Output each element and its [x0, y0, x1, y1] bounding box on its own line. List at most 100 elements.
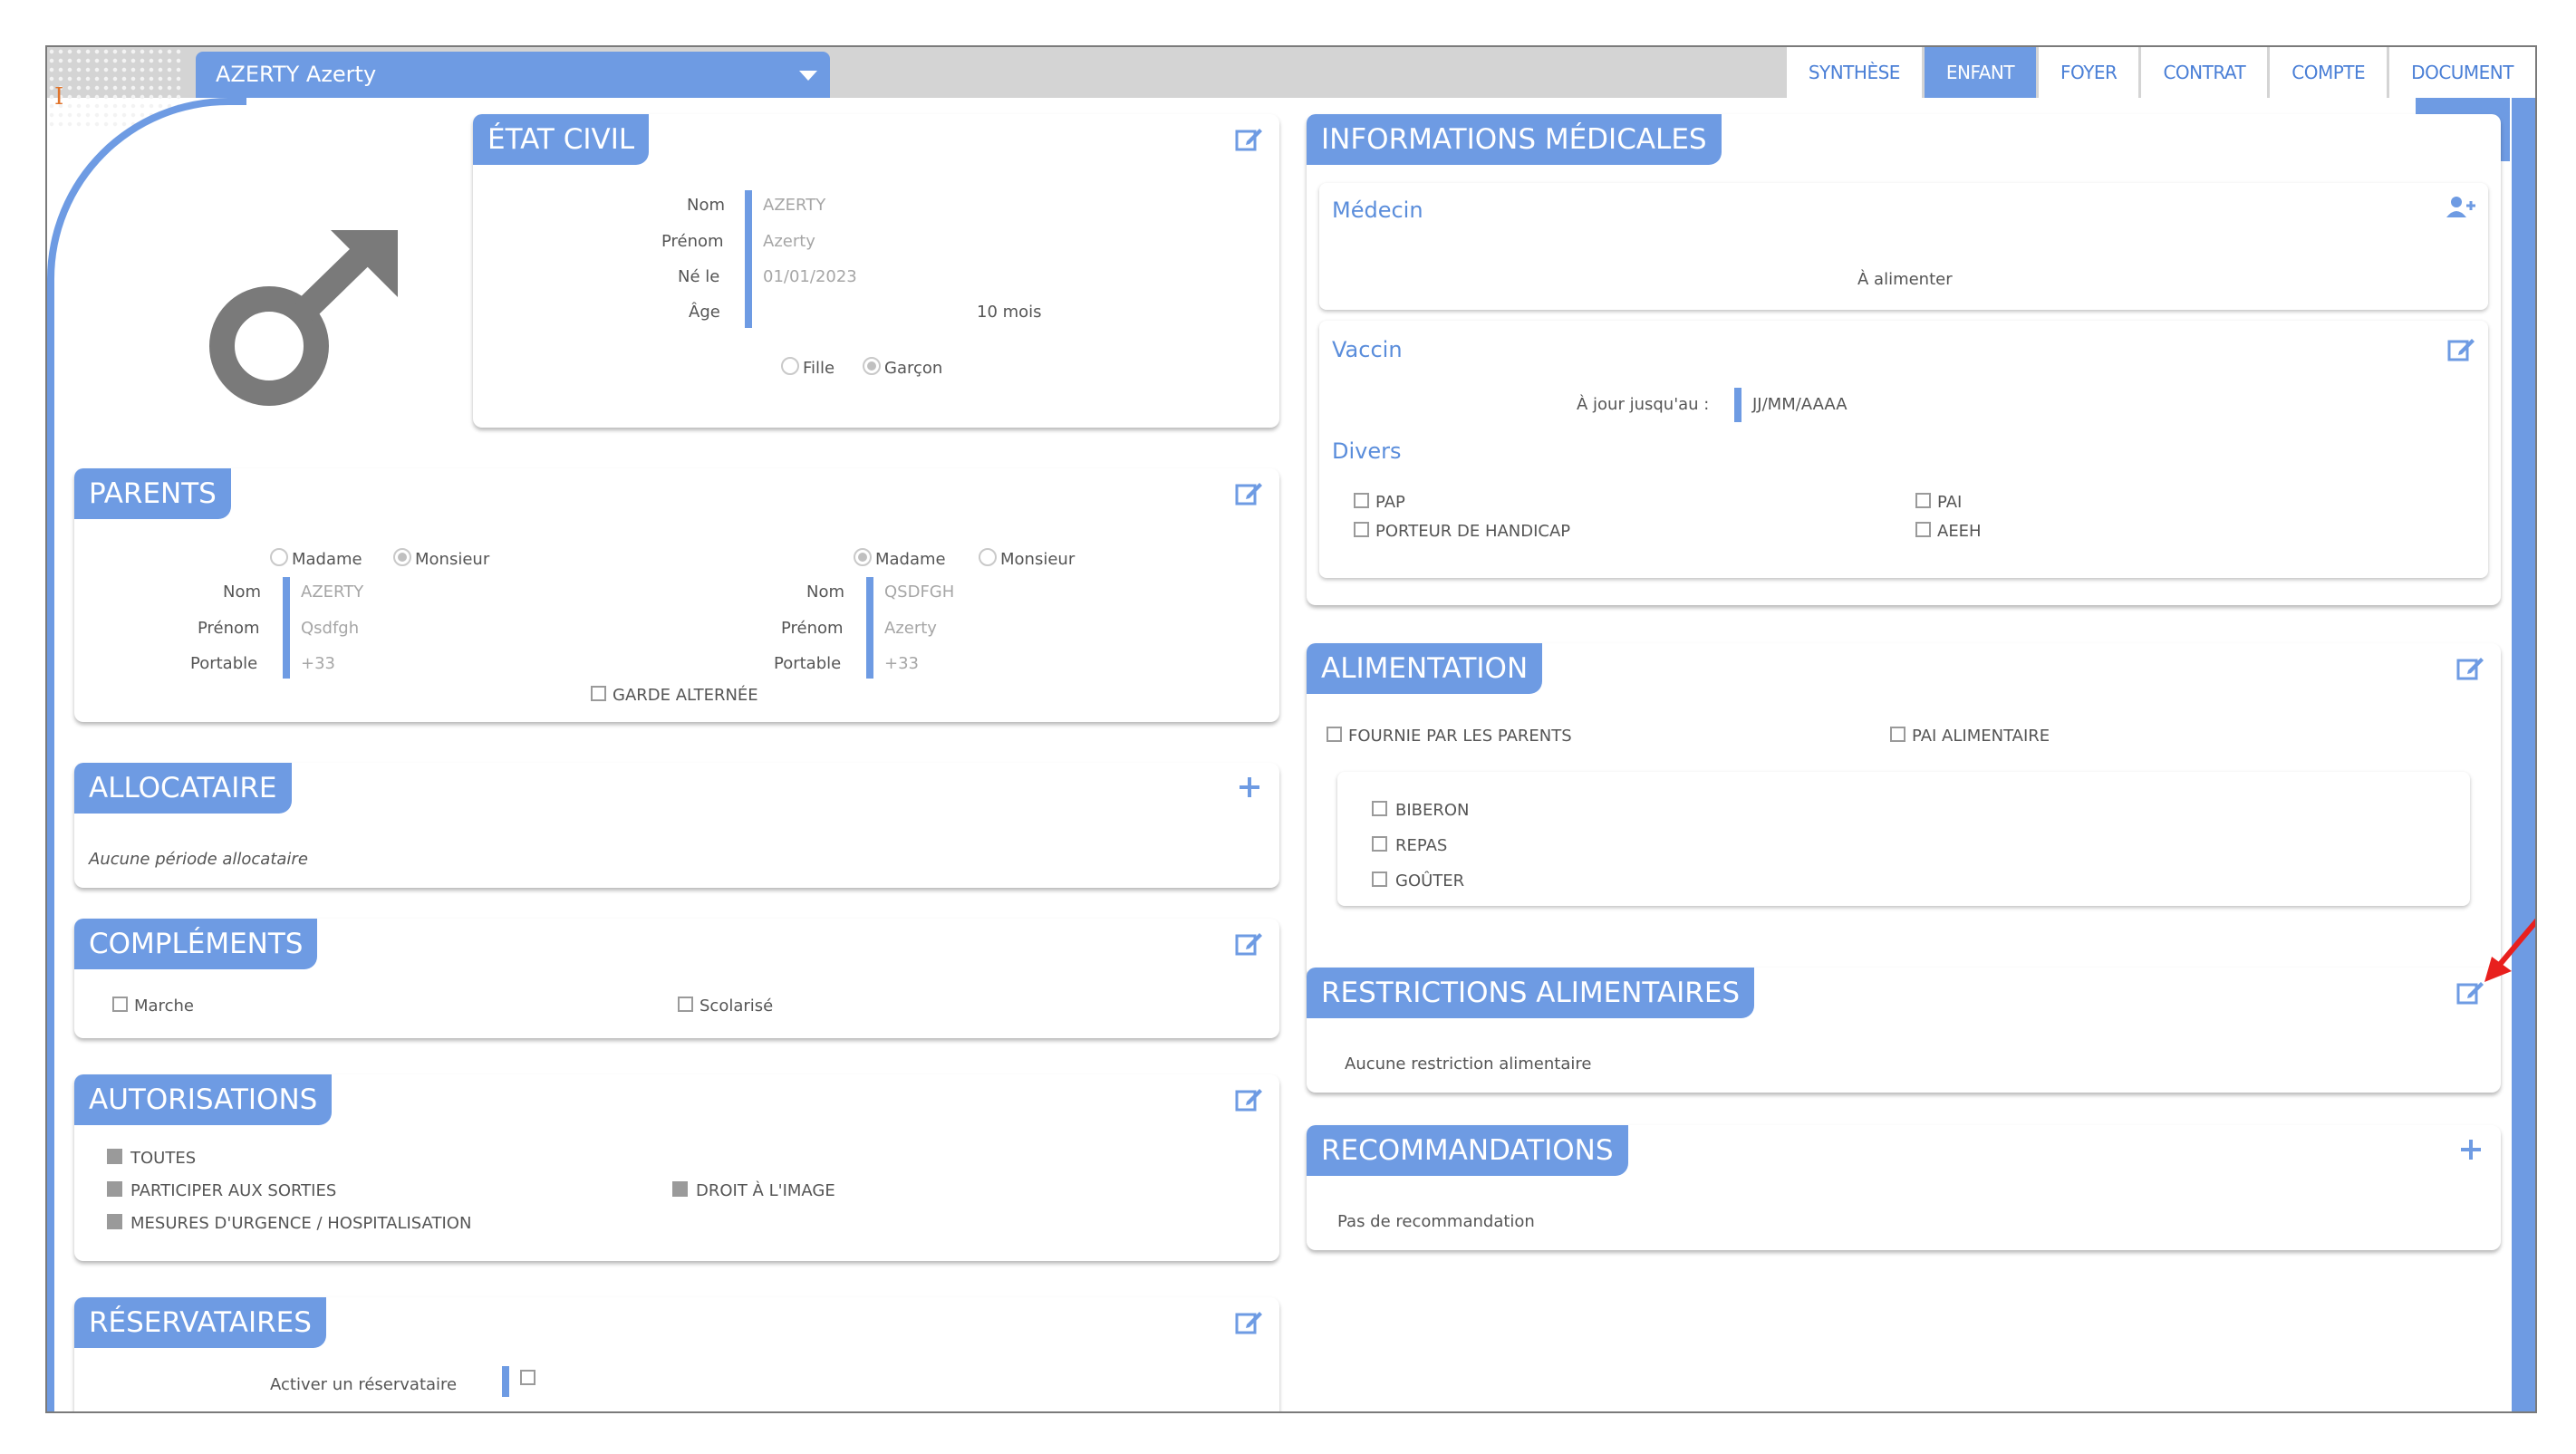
medecin-empty: À alimenter	[1857, 270, 1953, 289]
field-bar	[745, 190, 752, 328]
etat-civil-title: ÉTAT CIVIL	[473, 114, 650, 165]
tab-document[interactable]: DOCUMENT	[2387, 47, 2535, 98]
parent2-portable-field[interactable]: +33	[884, 654, 919, 673]
pai-alimentaire-checkbox[interactable]	[1890, 727, 1905, 742]
parent1-monsieur-label: Monsieur	[415, 550, 490, 569]
recommandations-title: RECOMMANDATIONS	[1307, 1125, 1628, 1176]
pap-checkbox[interactable]	[1354, 493, 1369, 508]
urgence-label: MESURES D'URGENCE / HOSPITALISATION	[130, 1214, 472, 1233]
toutes-checkbox[interactable]	[107, 1149, 122, 1164]
edit-icon[interactable]	[1234, 1083, 1265, 1114]
droit-image-label: DROIT À L'IMAGE	[696, 1181, 835, 1200]
restrictions-empty: Aucune restriction alimentaire	[1345, 1054, 1592, 1074]
male-gender-icon	[209, 230, 398, 406]
vaccin-panel: Vaccin À jour jusqu'au : JJ/MM/AAAA Dive…	[1319, 321, 2488, 578]
tab-enfant[interactable]: ENFANT	[1921, 47, 2037, 98]
vaccin-date-field[interactable]: JJ/MM/AAAA	[1752, 395, 1848, 414]
add-user-icon[interactable]	[2445, 194, 2477, 221]
marche-label: Marche	[134, 997, 194, 1016]
parents-title: PARENTS	[74, 468, 231, 519]
handicap-checkbox[interactable]	[1354, 522, 1369, 537]
parent1-prenom-field[interactable]: Qsdfgh	[301, 619, 359, 638]
pai-checkbox[interactable]	[1915, 493, 1931, 508]
radio-fille[interactable]	[781, 357, 799, 375]
field-bar	[283, 577, 290, 679]
tab-compte[interactable]: COMPTE	[2267, 47, 2388, 98]
reservataire-checkbox[interactable]	[520, 1370, 535, 1385]
repas-panel: BIBERON REPAS GOÛTER	[1337, 772, 2470, 906]
urgence-checkbox[interactable]	[107, 1214, 122, 1229]
parent1-portable-field[interactable]: +33	[301, 654, 335, 673]
parent2-prenom-field[interactable]: Azerty	[884, 619, 937, 638]
edit-icon[interactable]	[1234, 928, 1265, 958]
pap-label: PAP	[1375, 493, 1405, 512]
parent1-label-portable: Portable	[190, 654, 258, 673]
garde-alternee-label: GARDE ALTERNÉE	[613, 686, 758, 705]
annotation-arrow	[2484, 919, 2535, 982]
field-bar	[1734, 388, 1741, 422]
reservataires-card: RÉSERVATAIRES Activer un réservataire	[74, 1297, 1279, 1411]
medecin-title: Médecin	[1332, 197, 1423, 223]
allocataire-title: ALLOCATAIRE	[74, 763, 292, 814]
pai-alimentaire-label: PAI ALIMENTAIRE	[1912, 727, 2050, 746]
edit-icon[interactable]	[1234, 123, 1265, 154]
child-selector[interactable]: AZERTY Azerty	[196, 52, 830, 98]
parent1-radio-monsieur[interactable]	[393, 548, 411, 566]
parent2-radio-monsieur[interactable]	[979, 548, 997, 566]
tab-contrat[interactable]: CONTRAT	[2138, 47, 2268, 98]
edit-icon[interactable]	[1234, 477, 1265, 508]
tab-synthese[interactable]: SYNTHÈSE	[1783, 47, 1922, 98]
marche-checkbox[interactable]	[112, 997, 128, 1012]
tab-foyer[interactable]: FOYER	[2036, 47, 2139, 98]
edit-icon[interactable]	[1234, 1306, 1265, 1337]
radio-garcon[interactable]	[863, 357, 881, 375]
parent1-nom-field[interactable]: AZERTY	[301, 583, 363, 602]
restrictions-title: RESTRICTIONS ALIMENTAIRES	[1307, 968, 1755, 1018]
add-icon[interactable]	[2455, 1134, 2486, 1165]
autorisations-title: AUTORISATIONS	[74, 1074, 333, 1125]
parent2-nom-field[interactable]: QSDFGH	[884, 583, 954, 602]
medecin-panel: Médecin À alimenter	[1319, 183, 2488, 310]
scolarise-label: Scolarisé	[699, 997, 774, 1016]
parent2-label-prenom: Prénom	[781, 619, 844, 638]
main-tabs: SYNTHÈSE ENFANT FOYER CONTRAT COMPTE DOC…	[1783, 47, 2535, 98]
allocataire-empty: Aucune période allocataire	[89, 850, 308, 869]
label-prenom: Prénom	[661, 232, 724, 251]
medical-card: INFORMATIONS MÉDICALES Médecin À aliment…	[1307, 114, 2501, 605]
birthdate-field[interactable]: 01/01/2023	[763, 267, 857, 286]
radio-fille-label: Fille	[803, 359, 835, 378]
edit-icon[interactable]	[2446, 333, 2477, 364]
edit-icon[interactable]	[2455, 652, 2486, 683]
restrictions-card: RESTRICTIONS ALIMENTAIRES Aucune restric…	[1307, 968, 2501, 1093]
age-value: 10 mois	[977, 303, 1042, 322]
alimentation-card: ALIMENTATION FOURNIE PAR LES PARENTS PAI…	[1307, 643, 2501, 978]
sorties-label: PARTICIPER AUX SORTIES	[130, 1181, 337, 1200]
fournie-parents-label: FOURNIE PAR LES PARENTS	[1348, 727, 1572, 746]
biberon-checkbox[interactable]	[1372, 801, 1387, 816]
add-icon[interactable]	[1234, 772, 1265, 803]
app-window: I AZERTY Azerty SYNTHÈSE ENFANT FOYER CO…	[45, 45, 2537, 1413]
scolarise-checkbox[interactable]	[678, 997, 693, 1012]
fournie-parents-checkbox[interactable]	[1327, 727, 1342, 742]
repas-checkbox[interactable]	[1372, 836, 1387, 852]
divers-title: Divers	[1332, 438, 1402, 464]
garde-alternee-checkbox[interactable]	[591, 686, 606, 701]
vaccin-label: À jour jusqu'au :	[1577, 395, 1710, 414]
complements-card: COMPLÉMENTS Marche Scolarisé	[74, 919, 1279, 1038]
complements-title: COMPLÉMENTS	[74, 919, 318, 969]
parent1-radio-madame[interactable]	[270, 548, 288, 566]
parent2-label-nom: Nom	[806, 583, 845, 602]
gouter-checkbox[interactable]	[1372, 871, 1387, 887]
sorties-checkbox[interactable]	[107, 1181, 122, 1197]
droit-image-checkbox[interactable]	[672, 1181, 688, 1197]
aeeh-checkbox[interactable]	[1915, 522, 1931, 537]
parent2-radio-madame[interactable]	[854, 548, 872, 566]
parent2-madame-label: Madame	[875, 550, 946, 569]
nom-field[interactable]: AZERTY	[763, 196, 825, 215]
recommandations-empty: Pas de recommandation	[1337, 1212, 1535, 1231]
prenom-field[interactable]: Azerty	[763, 232, 815, 251]
recommandations-card: RECOMMANDATIONS Pas de recommandation	[1307, 1125, 2501, 1250]
text-cursor-icon: I	[54, 83, 64, 111]
right-accent-bar	[2512, 98, 2535, 1411]
radio-garcon-label: Garçon	[884, 359, 943, 378]
